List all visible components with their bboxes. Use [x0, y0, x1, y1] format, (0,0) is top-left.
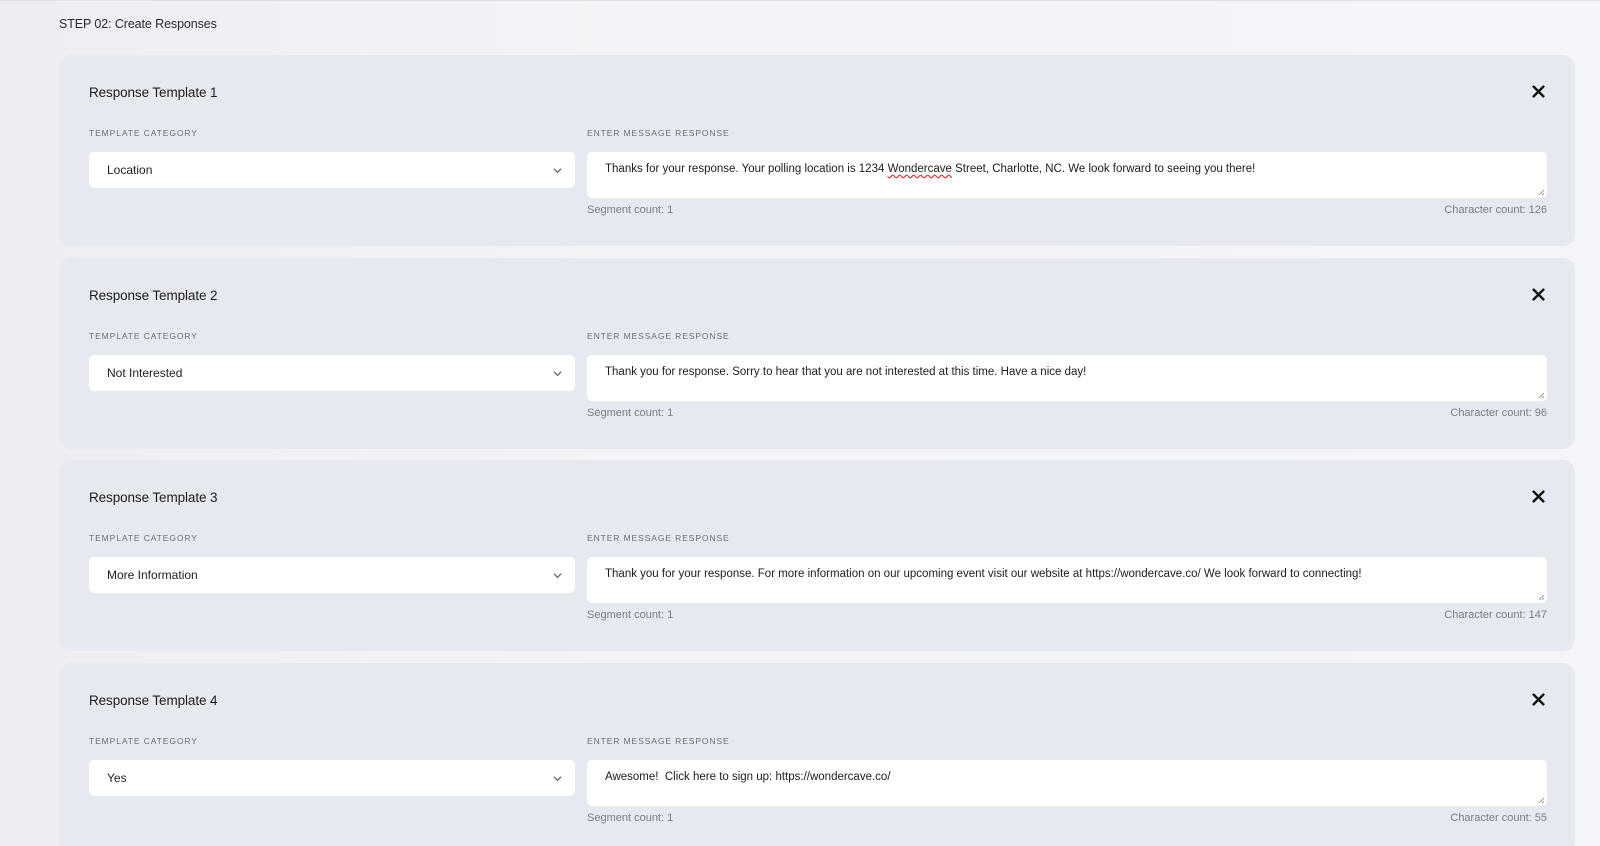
message-text: Thank you for response. Sorry to hear th…: [605, 366, 1087, 378]
card-title: Response Template 2: [89, 288, 218, 303]
character-count: Character count: 147: [1444, 609, 1547, 621]
message-response-input[interactable]: Thank you for your response. For more in…: [587, 557, 1547, 603]
resize-grip-icon[interactable]: [1537, 188, 1545, 196]
message-response-label: ENTER MESSAGE RESPONSE: [587, 736, 730, 746]
segment-count: Segment count: 1: [587, 609, 674, 621]
resize-grip-icon[interactable]: [1537, 593, 1545, 601]
card-title: Response Template 4: [89, 693, 218, 708]
character-count: Character count: 55: [1450, 812, 1547, 824]
selected-category: More Information: [107, 568, 198, 582]
close-icon: [1531, 692, 1545, 706]
message-text: Awesome! Click here to sign up: https://…: [605, 771, 891, 783]
template-category-label: TEMPLATE CATEGORY: [89, 128, 198, 138]
response-template-card: Response Template 3 TEMPLATE CATEGORY EN…: [59, 460, 1575, 651]
chevron-down-icon: [553, 168, 562, 174]
character-count: Character count: 96: [1450, 407, 1547, 419]
segment-count: Segment count: 1: [587, 204, 674, 216]
message-response-input[interactable]: Awesome! Click here to sign up: https://…: [587, 760, 1547, 806]
segment-count: Segment count: 1: [587, 407, 674, 419]
template-category-label: TEMPLATE CATEGORY: [89, 331, 198, 341]
page: STEP 02: Create Responses Response Templ…: [0, 0, 1600, 846]
spellcheck-word: Wondercave: [887, 163, 952, 175]
close-button[interactable]: [1529, 82, 1547, 100]
response-template-card: Response Template 1 TEMPLATE CATEGORY EN…: [59, 55, 1575, 246]
template-category-select[interactable]: Location: [89, 152, 575, 188]
response-template-card: Response Template 4 TEMPLATE CATEGORY EN…: [59, 663, 1575, 846]
close-button[interactable]: [1529, 690, 1547, 708]
message-text: Thanks for your response. Your polling l…: [605, 163, 1256, 175]
message-response-input[interactable]: Thanks for your response. Your polling l…: [587, 152, 1547, 198]
close-icon: [1531, 489, 1545, 503]
close-icon: [1531, 84, 1545, 98]
card-title: Response Template 3: [89, 490, 218, 505]
resize-grip-icon[interactable]: [1537, 796, 1545, 804]
message-response-label: ENTER MESSAGE RESPONSE: [587, 331, 730, 341]
character-count: Character count: 126: [1444, 204, 1547, 216]
step-title: STEP 02: Create Responses: [59, 17, 217, 31]
template-category-label: TEMPLATE CATEGORY: [89, 533, 198, 543]
card-title: Response Template 1: [89, 85, 218, 100]
message-response-input[interactable]: Thank you for response. Sorry to hear th…: [587, 355, 1547, 401]
chevron-down-icon: [553, 371, 562, 377]
template-category-label: TEMPLATE CATEGORY: [89, 736, 198, 746]
close-icon: [1531, 287, 1545, 301]
selected-category: Location: [107, 163, 153, 177]
response-template-card: Response Template 2 TEMPLATE CATEGORY EN…: [59, 258, 1575, 449]
message-response-label: ENTER MESSAGE RESPONSE: [587, 128, 730, 138]
template-category-select[interactable]: Yes: [89, 760, 575, 796]
message-text: Thank you for your response. For more in…: [605, 568, 1362, 580]
close-button[interactable]: [1529, 487, 1547, 505]
resize-grip-icon[interactable]: [1537, 391, 1545, 399]
chevron-down-icon: [553, 573, 562, 579]
chevron-down-icon: [553, 776, 562, 782]
template-category-select[interactable]: Not Interested: [89, 355, 575, 391]
selected-category: Yes: [107, 771, 127, 785]
template-category-select[interactable]: More Information: [89, 557, 575, 593]
close-button[interactable]: [1529, 285, 1547, 303]
selected-category: Not Interested: [107, 366, 183, 380]
message-response-label: ENTER MESSAGE RESPONSE: [587, 533, 730, 543]
segment-count: Segment count: 1: [587, 812, 674, 824]
